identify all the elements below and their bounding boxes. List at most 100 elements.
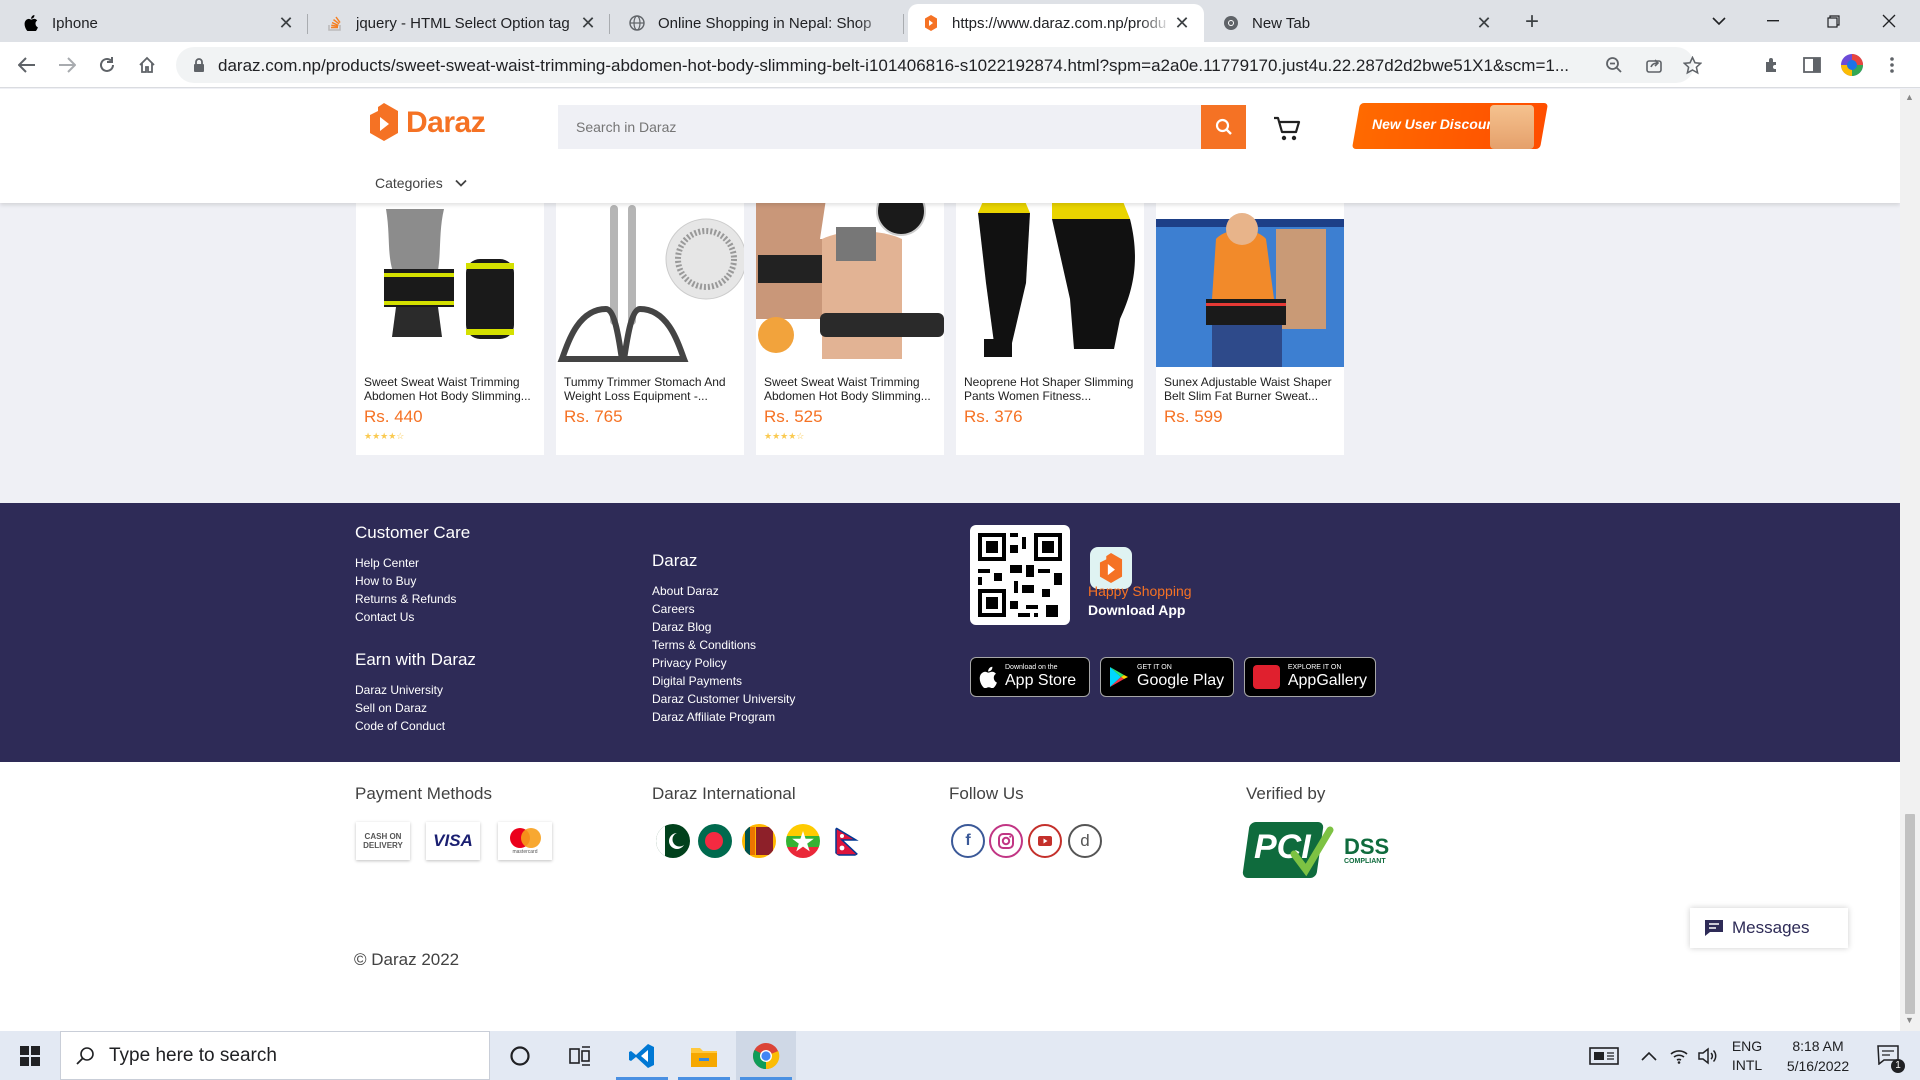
cart-icon (1274, 116, 1301, 141)
google-play-icon (1110, 667, 1128, 687)
messages-chat-button[interactable]: Messages (1690, 908, 1848, 948)
browser-tab-bar: Iphone ✕ jquery - HTML Select Option tag… (0, 0, 1920, 42)
facebook-icon[interactable]: f (951, 824, 985, 858)
file-explorer-taskbar-button[interactable] (674, 1031, 734, 1080)
product-name[interactable]: Tummy Trimmer Stomach And Weight Loss Eq… (564, 375, 740, 403)
new-user-discount-banner[interactable]: New User Discount (1351, 103, 1549, 149)
daraz-blog-link[interactable]: Daraz Blog (652, 620, 711, 634)
show-hidden-icons-button[interactable] (1636, 1031, 1662, 1080)
product-name[interactable]: Neoprene Hot Shaper Slimming Pants Women… (964, 375, 1140, 403)
address-bar[interactable]: daraz.com.np/products/sweet-sweat-waist-… (176, 47, 1702, 83)
app-store-badge[interactable]: Download on the App Store (970, 657, 1090, 697)
taskbar-input-indicator[interactable] (1584, 1031, 1624, 1080)
chrome-taskbar-button[interactable] (736, 1031, 796, 1080)
lock-icon[interactable] (190, 56, 208, 74)
cart-button[interactable] (1272, 115, 1302, 143)
notifications-button[interactable]: 1 (1866, 1031, 1910, 1080)
tab-title: Iphone (52, 14, 98, 32)
bangladesh-flag-icon[interactable] (698, 824, 732, 858)
star-icon[interactable] (1678, 51, 1706, 79)
scroll-up-icon[interactable]: ▲ (1905, 92, 1914, 102)
reload-button[interactable] (91, 49, 123, 81)
tab-new-tab[interactable]: New Tab ✕ (1208, 4, 1506, 42)
task-view-button[interactable] (550, 1031, 610, 1080)
youtube-icon[interactable] (1028, 824, 1062, 858)
arrow-right-icon (59, 57, 76, 73)
page-scrollbar[interactable]: ▲ ▼ (1900, 89, 1920, 1031)
categories-menu[interactable]: Categories (375, 175, 467, 191)
instagram-icon[interactable] (989, 824, 1023, 858)
tab-jquery[interactable]: jquery - HTML Select Option tag ✕ (312, 4, 610, 42)
myanmar-flag-icon[interactable] (786, 824, 820, 858)
profile-avatar[interactable] (1836, 49, 1868, 81)
product-card[interactable]: Sunex Adjustable Waist Shaper Belt Slim … (1156, 199, 1344, 455)
menu-button[interactable] (1876, 49, 1908, 81)
appgallery-badge[interactable]: EXPLORE IT ON AppGallery (1244, 657, 1376, 697)
extensions-button[interactable] (1756, 49, 1788, 81)
close-icon[interactable]: ✕ (1474, 13, 1494, 33)
clock-date: 5/16/2022 (1786, 1057, 1850, 1074)
product-card[interactable]: Neoprene Hot Shaper Slimming Pants Women… (956, 199, 1144, 455)
minimize-button[interactable] (1750, 4, 1796, 38)
url-text[interactable]: daraz.com.np/products/sweet-sweat-waist-… (218, 56, 1588, 76)
product-name[interactable]: Sweet Sweat Waist Trimming Abdomen Hot B… (764, 375, 940, 403)
product-price: Rs. 440 (364, 407, 423, 426)
search-button[interactable] (1201, 105, 1246, 149)
vscode-taskbar-button[interactable] (612, 1031, 672, 1080)
scrollbar-thumb[interactable] (1905, 814, 1915, 1014)
how-to-buy-link[interactable]: How to Buy (355, 574, 416, 588)
product-name[interactable]: Sweet Sweat Waist Trimming Abdomen Hot B… (364, 375, 540, 403)
affiliate-program-link[interactable]: Daraz Affiliate Program (652, 710, 775, 724)
share-icon[interactable] (1640, 51, 1668, 79)
puzzle-icon (1766, 58, 1776, 72)
daraz-university-link[interactable]: Daraz University (355, 683, 443, 697)
customer-university-link[interactable]: Daraz Customer University (652, 692, 795, 706)
daraz-blog-icon[interactable]: d (1068, 824, 1102, 858)
close-icon[interactable]: ✕ (276, 13, 296, 33)
scroll-down-icon[interactable]: ▼ (1905, 1015, 1914, 1025)
google-play-badge[interactable]: GET IT ON Google Play (1100, 657, 1234, 697)
code-of-conduct-link[interactable]: Code of Conduct (355, 719, 445, 733)
tab-online-shopping[interactable]: Online Shopping in Nepal: Shop (614, 4, 904, 42)
new-tab-button[interactable]: + (1518, 8, 1546, 36)
terms-conditions-link[interactable]: Terms & Conditions (652, 638, 756, 652)
tab-search-button[interactable] (1696, 4, 1742, 38)
careers-link[interactable]: Careers (652, 602, 695, 616)
nepal-flag-icon[interactable] (830, 824, 864, 858)
product-name[interactable]: Sunex Adjustable Waist Shaper Belt Slim … (1164, 375, 1340, 403)
product-card[interactable]: Tummy Trimmer Stomach And Weight Loss Eq… (556, 199, 744, 455)
daraz-logo[interactable]: Daraz (370, 103, 486, 143)
back-button[interactable] (11, 49, 43, 81)
volume-button[interactable] (1694, 1031, 1720, 1080)
help-center-link[interactable]: Help Center (355, 556, 419, 570)
clock[interactable]: 8:18 AM 5/16/2022 (1772, 1031, 1864, 1080)
close-icon[interactable]: ✕ (1172, 13, 1192, 33)
product-image (1156, 199, 1344, 367)
network-button[interactable] (1666, 1031, 1692, 1080)
privacy-policy-link[interactable]: Privacy Policy (652, 656, 727, 670)
sri-lanka-flag-icon[interactable] (742, 824, 776, 858)
side-panel-button[interactable] (1796, 49, 1828, 81)
pakistan-flag-icon[interactable] (656, 824, 690, 858)
contact-us-link[interactable]: Contact Us (355, 610, 414, 624)
zoom-icon[interactable] (1600, 51, 1628, 79)
forward-button[interactable] (51, 49, 83, 81)
home-button[interactable] (131, 49, 163, 81)
close-window-button[interactable] (1866, 4, 1912, 38)
returns-refunds-link[interactable]: Returns & Refunds (355, 592, 456, 606)
cortana-button[interactable] (490, 1031, 550, 1080)
about-daraz-link[interactable]: About Daraz (652, 584, 719, 598)
taskbar-search-box[interactable]: Type here to search (60, 1031, 490, 1080)
sell-on-daraz-link[interactable]: Sell on Daraz (355, 701, 427, 715)
tab-daraz-product[interactable]: https://www.daraz.com.np/produ ✕ (908, 4, 1204, 42)
product-card[interactable]: Sweet Sweat Waist Trimming Abdomen Hot B… (756, 199, 944, 455)
digital-payments-link[interactable]: Digital Payments (652, 674, 742, 688)
start-button[interactable] (0, 1031, 60, 1080)
tab-iphone[interactable]: Iphone ✕ (8, 4, 308, 42)
search-input[interactable] (558, 105, 1204, 149)
product-card[interactable]: Sweet Sweat Waist Trimming Abdomen Hot B… (356, 199, 544, 455)
close-icon[interactable]: ✕ (578, 13, 598, 33)
language-indicator[interactable]: ENG INTL (1722, 1031, 1772, 1080)
restore-button[interactable] (1810, 4, 1856, 38)
chevron-down-icon (1712, 17, 1726, 26)
